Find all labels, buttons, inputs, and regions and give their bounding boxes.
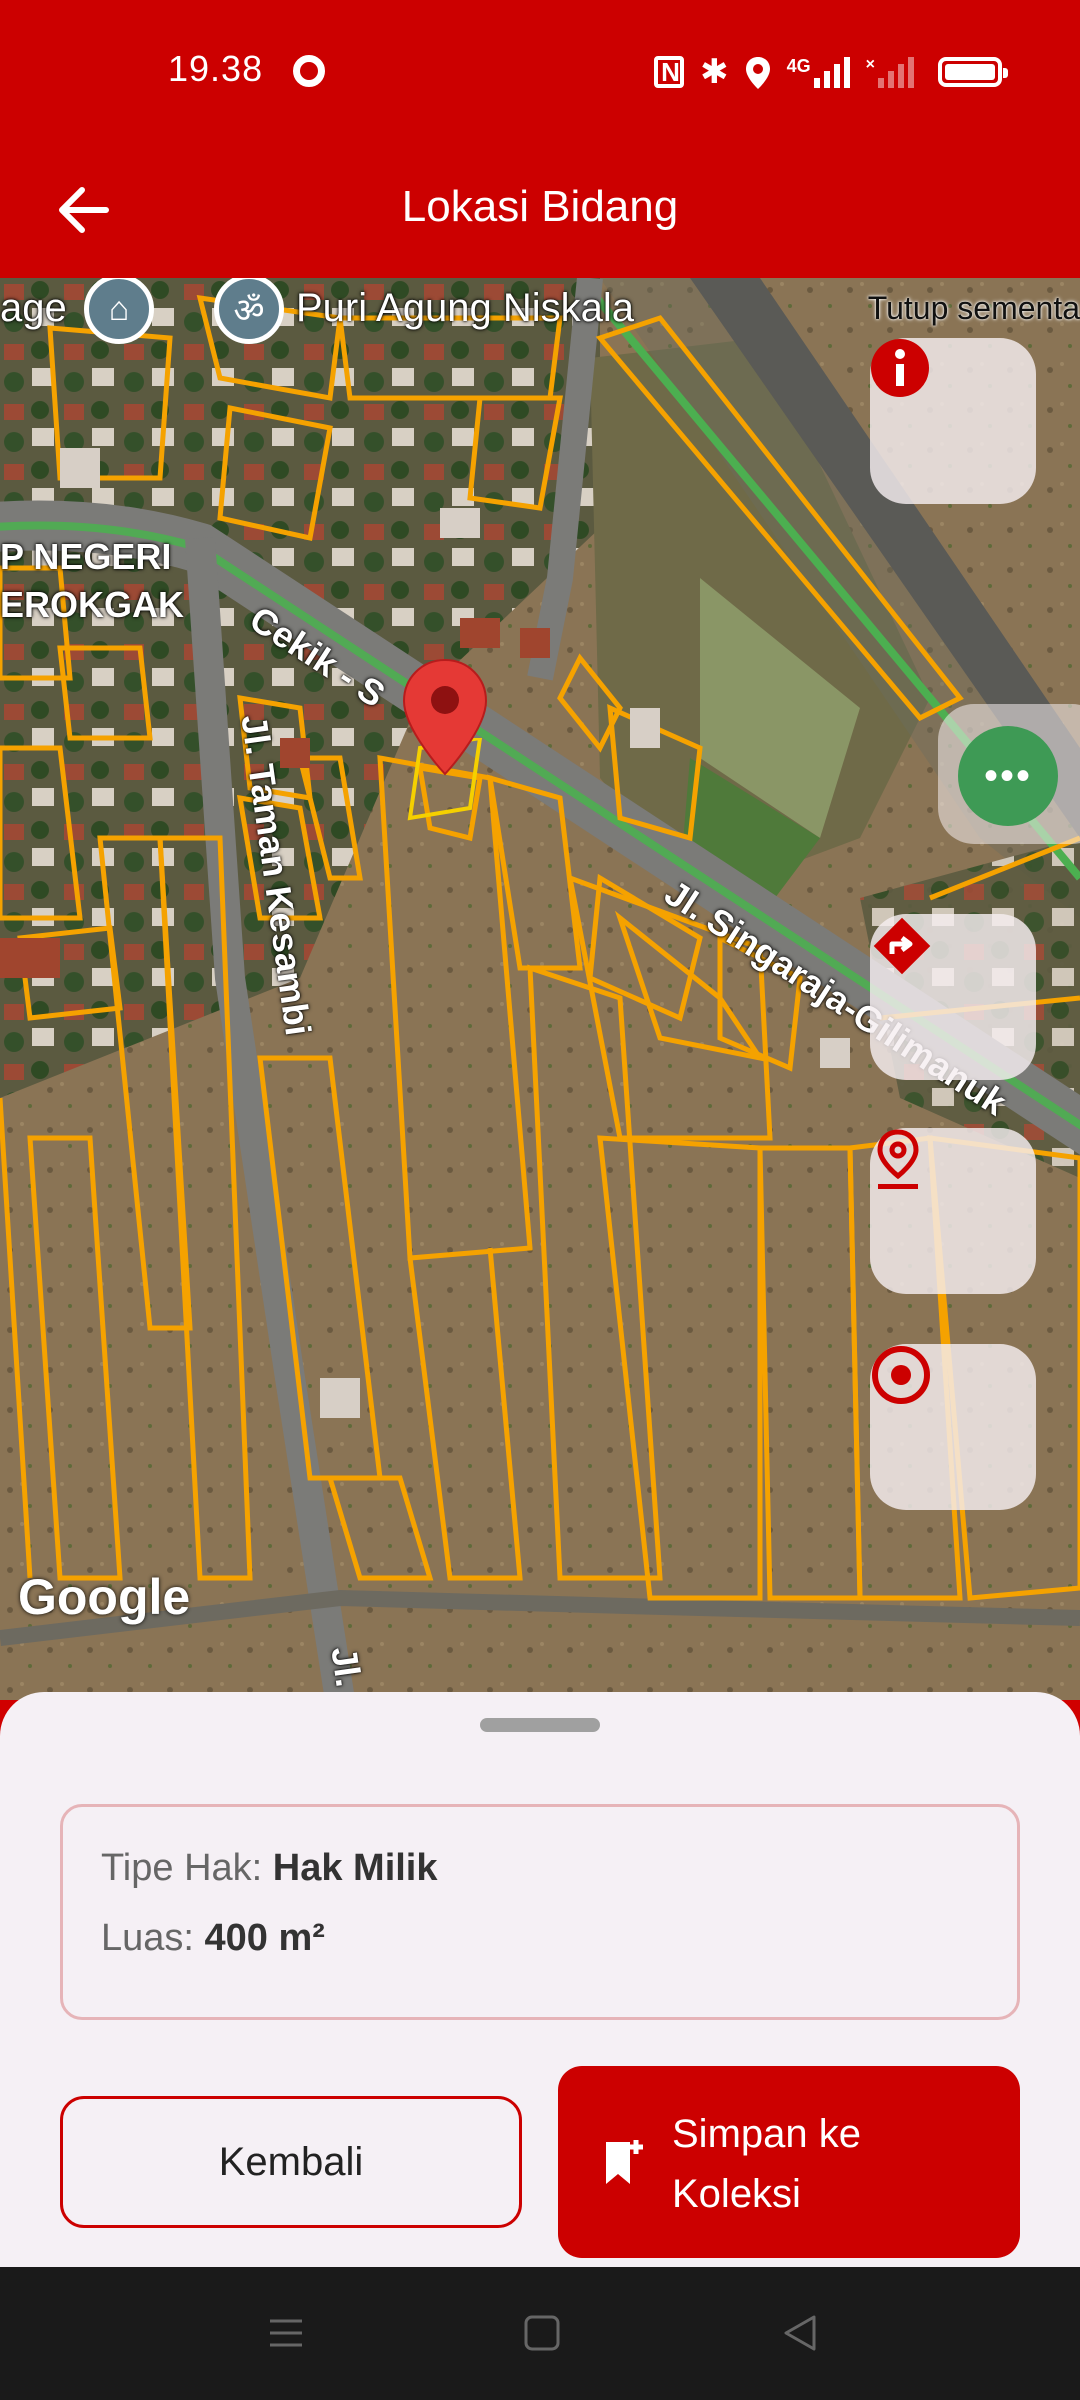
menu-icon[interactable] [266, 2313, 306, 2353]
bookmark-add-icon [606, 2140, 643, 2184]
road-label-bottom: Jl. [323, 1644, 370, 1690]
system-nav-bar [0, 2267, 1080, 2400]
save-to-collection-button[interactable]: Simpan ke Koleksi [558, 2066, 1020, 2258]
directions-button[interactable] [870, 914, 1036, 1080]
status-time: 19.38 [168, 48, 264, 89]
home-icon[interactable] [522, 2313, 562, 2353]
back-nav-icon[interactable] [780, 2313, 820, 2353]
tipe-hak-value: Hak Milik [272, 1847, 438, 1889]
map-view[interactable]: Tutup sementa ⌂ age ॐ Puri Agung Niskala… [0, 278, 1080, 1700]
map-marker-icon[interactable] [402, 658, 488, 776]
my-location-button[interactable] [870, 1344, 1036, 1510]
luas-label: Luas: [101, 1917, 194, 1959]
luas-value: 400 m² [204, 1917, 325, 1959]
location-pin-icon [877, 1129, 919, 1189]
signal-icon: × [866, 56, 914, 88]
save-button-label: Simpan ke Koleksi [672, 2112, 861, 2216]
school-label: P NEGERI [0, 536, 172, 577]
google-logo: Google [18, 1569, 191, 1625]
app-bar: Lokasi Bidang [0, 140, 1080, 278]
target-icon [872, 1346, 930, 1404]
bluetooth-icon: ✱ [700, 53, 729, 91]
luas-row: Luas: 400 m² [101, 1917, 325, 1960]
kembali-button[interactable]: Kembali [60, 2096, 522, 2228]
signal-icon: 4G [787, 56, 850, 88]
status-bar: 19.38 ✱ 4G × [0, 0, 1080, 140]
poi-label-puri-agung: Puri Agung Niskala [296, 286, 634, 330]
battery-icon [938, 57, 1008, 87]
tipe-hak-row: Tipe Hak: Hak Milik [101, 1847, 438, 1890]
more-dots-icon[interactable]: ••• [958, 726, 1058, 826]
location-ring-icon [293, 55, 325, 87]
directions-icon [873, 917, 931, 975]
nfc-icon [654, 56, 685, 88]
network-type: 4G [786, 56, 811, 76]
bottom-sheet: Tipe Hak: Hak Milik Luas: 400 m² Kembali… [0, 1692, 1080, 2267]
status-icons: ✱ 4G × [654, 48, 1008, 96]
info-icon [871, 339, 929, 397]
pin-location-button[interactable] [870, 1128, 1036, 1294]
info-button[interactable] [870, 338, 1036, 504]
poi-label-partial: age [0, 286, 67, 330]
parcel-info-card: Tipe Hak: Hak Milik Luas: 400 m² [60, 1804, 1020, 2020]
closed-notice-label: Tutup sementa [867, 290, 1080, 326]
school-label: EROKGAK [0, 584, 185, 625]
location-icon [745, 56, 771, 89]
tipe-hak-label: Tipe Hak: [101, 1847, 263, 1889]
page-title: Lokasi Bidang [401, 182, 679, 231]
drag-handle[interactable] [480, 1718, 600, 1732]
